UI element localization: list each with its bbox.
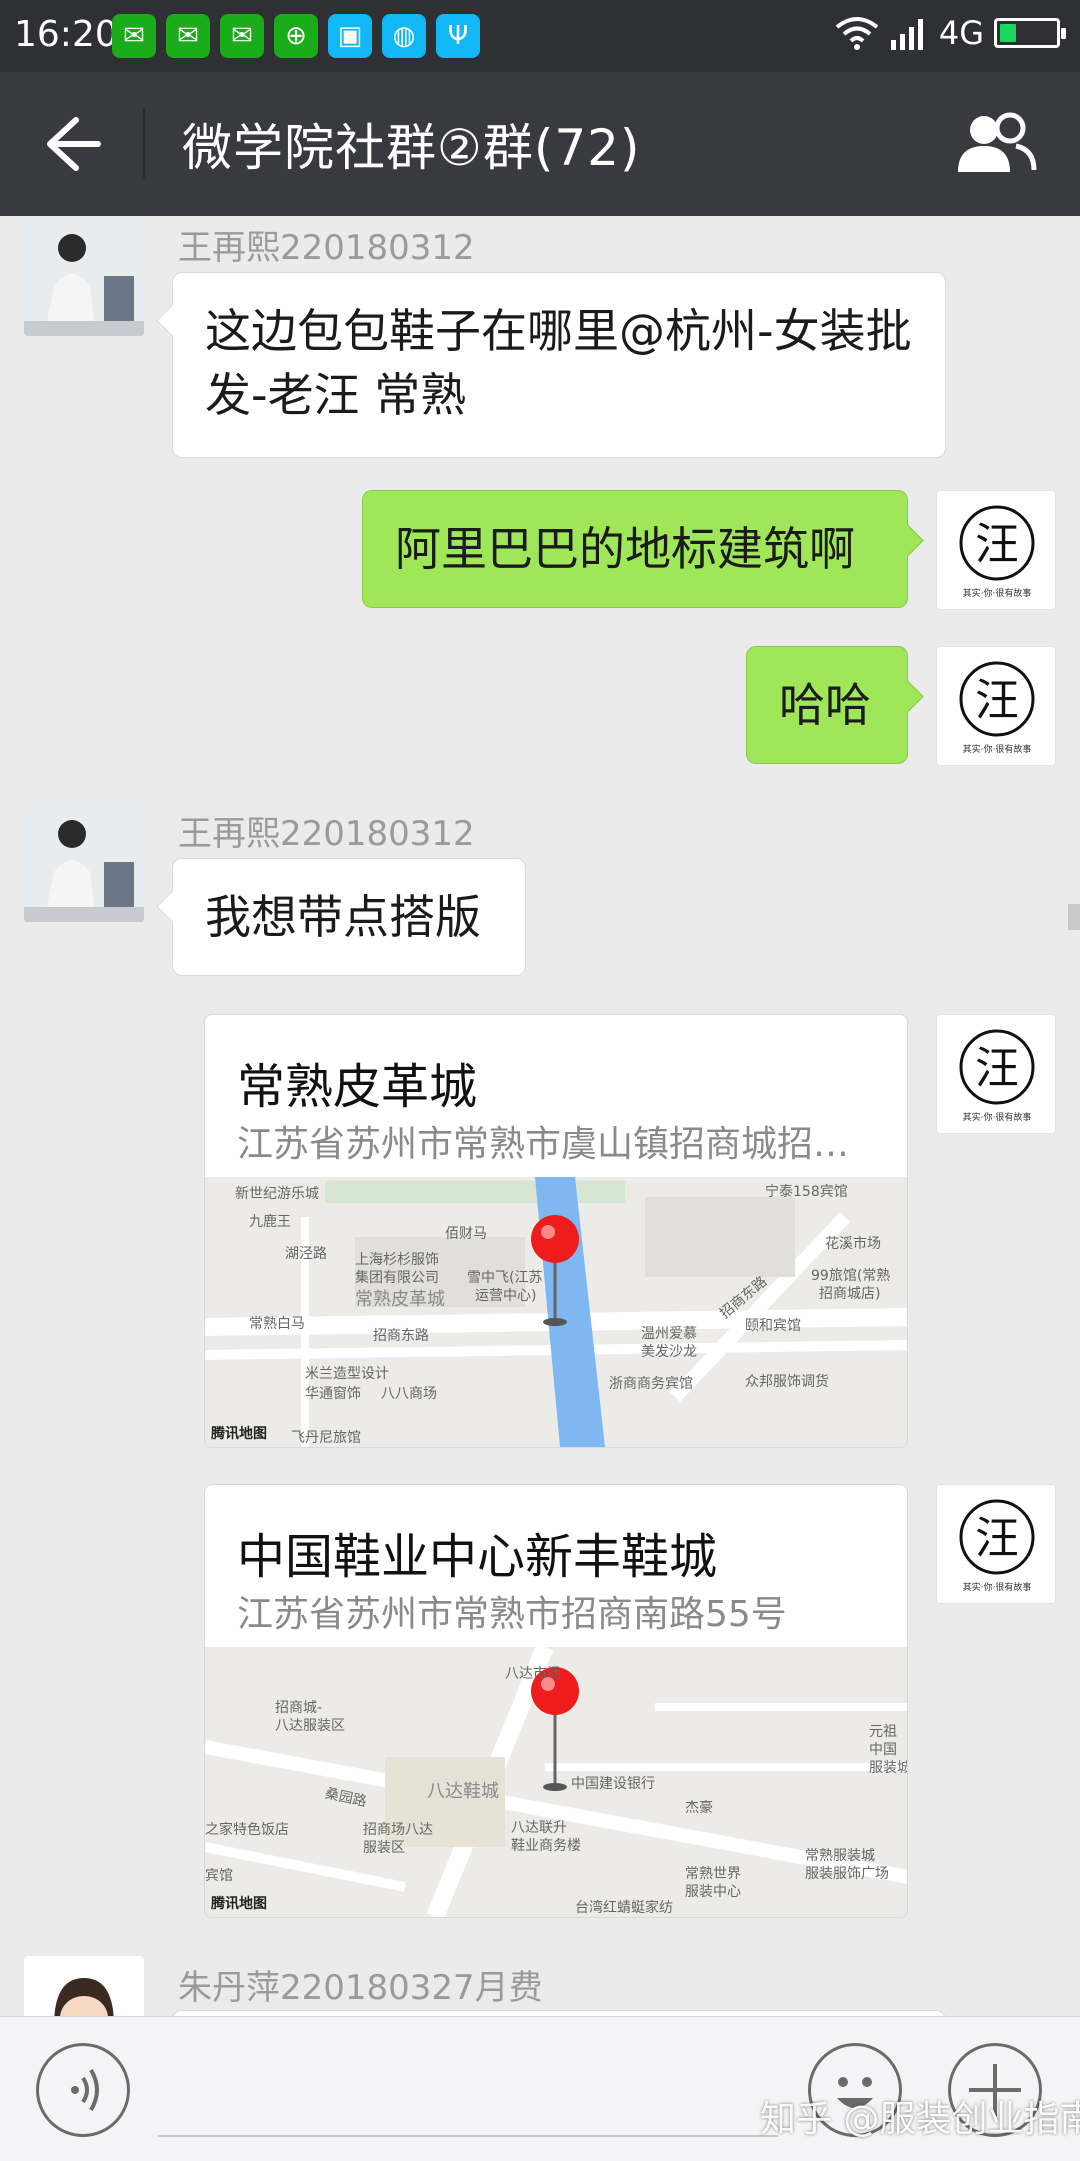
avatar[interactable] (24, 802, 144, 922)
wifi-icon (835, 17, 879, 50)
map-icon (205, 1643, 907, 1917)
chat-title-bar: 微学院社群②群(72) (0, 72, 1080, 216)
svg-text:其实·你·很有故事: 其实·你·很有故事 (963, 587, 1032, 599)
message-bubble[interactable]: 阿里巴巴的地标建筑啊 (362, 490, 908, 608)
message-input[interactable] (158, 2135, 778, 2137)
wang-logo-icon: 汪 其实·你·很有故事 (959, 661, 1035, 755)
plus-circle-icon: ⊕ (274, 14, 318, 58)
svg-text:汪: 汪 (975, 1043, 1019, 1094)
location-card[interactable]: 常熟皮革城 江苏省苏州市常熟市虞山镇招商城招商… 新世纪游乐城 九鹿王 湖泾路 (204, 1014, 908, 1448)
status-time: 16:20 (14, 14, 118, 55)
avatar[interactable]: 汪 其实·你·很有故事 (936, 490, 1056, 610)
wechat-icon: ✉ (166, 14, 210, 58)
sender-name: 王再熙220180312 (178, 814, 475, 854)
wang-logo-icon: 汪 其实·你·很有故事 (959, 1029, 1035, 1123)
message-bubble[interactable]: 我想带点搭版 (172, 858, 526, 976)
person-photo-icon (24, 802, 144, 922)
voice-button[interactable] (36, 2043, 130, 2137)
svg-text:其实·你·很有故事: 其实·你·很有故事 (963, 1111, 1032, 1123)
svg-text:汪: 汪 (975, 519, 1019, 570)
divider (143, 108, 145, 178)
location-title: 中国鞋业中心新丰鞋城 (237, 1529, 718, 1585)
back-arrow-icon[interactable] (36, 110, 110, 178)
wang-logo-icon: 汪 其实·你·很有故事 (959, 1499, 1035, 1593)
location-address: 江苏省苏州市常熟市虞山镇招商城招商… (237, 1124, 877, 1165)
basketball-icon: ◍ (382, 14, 426, 58)
location-card[interactable]: 中国鞋业中心新丰鞋城 江苏省苏州市常熟市招商南路55号 八达市场 招商城- 八达… (204, 1484, 908, 1918)
avatar[interactable]: 汪 其实·你·很有故事 (936, 646, 1056, 766)
avatar[interactable]: 汪 其实·你·很有故事 (936, 1484, 1056, 1604)
location-address: 江苏省苏州市常熟市招商南路55号 (237, 1594, 787, 1635)
location-title: 常熟皮革城 (237, 1059, 478, 1115)
wechat-icon: ✉ (112, 14, 156, 58)
sender-name: 王再熙220180312 (178, 228, 475, 268)
avatar[interactable] (24, 1956, 144, 2016)
cartoon-girl-icon (24, 1956, 144, 2016)
page-title: 微学院社群②群(72) (182, 119, 641, 177)
usb-icon: Ψ (436, 14, 480, 58)
map-icon (205, 1177, 907, 1447)
svg-text:其实·你·很有故事: 其实·你·很有故事 (963, 743, 1032, 755)
watermark: 知乎 @服装创业指南 (760, 2099, 1080, 2140)
wang-logo-icon: 汪 其实·你·很有故事 (959, 505, 1035, 599)
notification-icons: ✉ ✉ ✉ ⊕ ▣ ◍ Ψ (112, 14, 480, 58)
chat-area: 王再熙220180312 这边包包鞋子在哪里@杭州-女装批发-老汪 常熟 阿里巴… (0, 216, 1080, 2016)
map-preview[interactable]: 新世纪游乐城 九鹿王 湖泾路 佰财马 上海杉杉服饰 集团有限公司 常熟皮革城 雪… (205, 1177, 907, 1447)
map-preview[interactable]: 八达市场 招商城- 八达服装区 八达鞋城 中国建设银行 杰豪 元祖 中国 服装城… (205, 1643, 907, 1917)
battery-icon (994, 18, 1066, 48)
person-photo-icon (24, 216, 144, 336)
status-bar: 16:20 ✉ ✉ ✉ ⊕ ▣ ◍ Ψ 4G (0, 0, 1080, 72)
voice-icon (71, 2068, 99, 2112)
scan-icon: ▣ (328, 14, 372, 58)
network-type: 4G (938, 14, 984, 52)
svg-text:汪: 汪 (975, 675, 1019, 726)
message-bubble[interactable]: 这边包包鞋子在哪里@杭州-女装批发-老汪 常熟 (172, 272, 946, 458)
scrollbar[interactable] (1068, 904, 1080, 930)
message-bubble[interactable]: 哈哈 (746, 646, 908, 764)
svg-text:汪: 汪 (975, 1513, 1019, 1564)
group-members-icon[interactable] (954, 112, 1038, 176)
battery-level (1000, 24, 1016, 42)
avatar[interactable] (24, 216, 144, 336)
map-provider-logo: 腾讯地图 (211, 1426, 267, 1442)
map-provider-logo: 腾讯地图 (211, 1896, 267, 1912)
signal-icon (890, 19, 923, 50)
wechat-icon: ✉ (220, 14, 264, 58)
sender-name: 朱丹萍220180327月费 (178, 1968, 543, 2008)
avatar[interactable]: 汪 其实·你·很有故事 (936, 1014, 1056, 1134)
svg-text:其实·你·很有故事: 其实·你·很有故事 (963, 1581, 1032, 1593)
